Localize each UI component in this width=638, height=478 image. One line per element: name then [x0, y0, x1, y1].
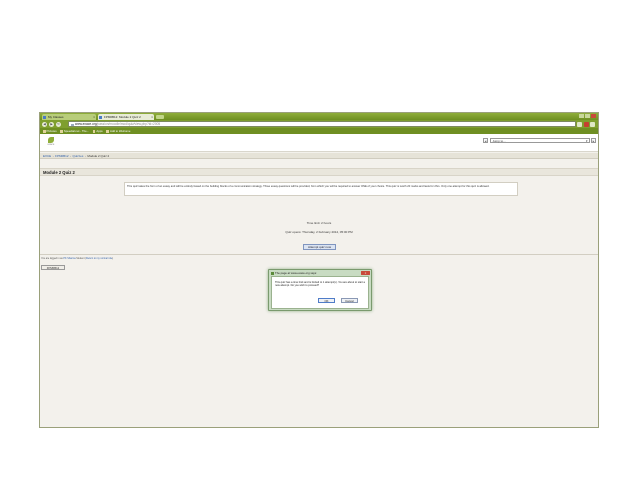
dialog-close-button[interactable]: × — [361, 271, 370, 275]
bookmark-label: Speedial.net - The... — [63, 129, 90, 133]
quiz-intro: This quiz takes the form of an essay and… — [124, 182, 518, 196]
logo-text: EXACE — [47, 144, 55, 146]
tab-label: My Classes — [48, 115, 64, 119]
footer-divider — [40, 254, 598, 255]
cancel-button[interactable]: Cancel — [341, 298, 358, 303]
tab-label: FPM0B12: Module 2 Quiz 2 — [104, 115, 141, 119]
breadcrumb: EXCE › FPM0B12 › Quizzes › Module 2 Quiz 2 — [40, 153, 598, 159]
jump-to-select[interactable]: Jump to... ▾ — [489, 138, 590, 143]
url-path: /passion/moodle/mod/quiz/view.php?id=200… — [96, 122, 161, 126]
breadcrumb-current: Module 2 Quiz 2 — [87, 154, 110, 158]
browser-window: My Classes × FPM0B12: Module 2 Quiz 2 × … — [39, 112, 599, 428]
user-link[interactable]: PK Sharma — [63, 257, 75, 260]
dialog-message: This quiz has a time limit and is limite… — [275, 281, 365, 288]
minimize-icon[interactable] — [579, 114, 584, 118]
bookmark-label: Apps — [96, 129, 103, 133]
chevron-down-icon: ▾ — [585, 139, 588, 143]
toolbar-icons — [577, 121, 595, 127]
forward-icon[interactable]: ▶ — [49, 121, 54, 127]
ok-button[interactable]: OK — [318, 298, 335, 303]
breadcrumb-link[interactable]: Quizzes — [73, 154, 84, 158]
previous-arrow-icon[interactable]: ◂ — [483, 138, 488, 143]
back-icon[interactable]: ◀ — [42, 121, 47, 127]
bookmark-label: Add to Welcome — [109, 129, 131, 133]
breadcrumb-separator: › — [84, 154, 86, 158]
login-prefix: You are logged in as — [41, 257, 63, 260]
breadcrumb-link[interactable]: EXCE — [43, 154, 51, 158]
breadcrumb-link[interactable]: FPM0B12 — [55, 154, 68, 158]
tab-strip: My Classes × FPM0B12: Module 2 Quiz 2 × — [40, 113, 598, 120]
browser-icon — [270, 271, 274, 275]
address-bar[interactable]: www.exace.org/passion/moodle/mod/quiz/vi… — [68, 121, 576, 127]
breadcrumb-separator: › — [52, 154, 54, 158]
page-icon — [106, 130, 109, 133]
favicon-icon — [99, 115, 102, 119]
page-content: EXACE ◂ Jump to... ▾ ▸ EXCE › FPM0B12 › Quiz… — [40, 134, 598, 427]
page-title-band: Module 2 Quiz 2 — [40, 168, 598, 176]
jump-to-label: Jump to... — [492, 139, 506, 143]
confirm-dialog: The page at www.exace.org says: × This q… — [268, 269, 372, 311]
jump-to-menu: ◂ Jump to... ▾ ▸ — [483, 138, 596, 143]
folder-icon — [43, 130, 46, 133]
wrench-icon[interactable] — [590, 121, 595, 127]
close-window-icon[interactable] — [591, 114, 596, 118]
dialog-title: The page at www.exace.org says: — [275, 271, 317, 275]
breadcrumb-separator: › — [70, 154, 72, 158]
page-title: Module 2 Quiz 2 — [43, 170, 75, 175]
apps-icon — [92, 130, 96, 133]
folder-icon — [60, 130, 63, 133]
return-role-link[interactable]: Return to my normal role — [86, 257, 112, 260]
window-controls — [579, 114, 596, 118]
dialog-body: This quiz has a time limit and is limite… — [271, 276, 369, 309]
time-limit: Time limit: 2 hours — [306, 221, 332, 225]
role-label: Student — [76, 257, 85, 260]
next-arrow-icon[interactable]: ▸ — [591, 138, 596, 143]
quiz-opens: Quiz opens: Thursday, 2 February 2012, 0… — [285, 230, 353, 234]
reload-icon[interactable]: ↻ — [56, 121, 61, 127]
page-icon — [70, 123, 74, 126]
course-button[interactable]: FPM0B12 — [41, 265, 65, 270]
extension-icon[interactable] — [583, 121, 589, 127]
bookmark-star-icon[interactable] — [577, 121, 582, 127]
bookmark-label: Pictures — [46, 129, 57, 133]
leaf-icon — [48, 137, 54, 143]
site-header: EXACE ◂ Jump to... ▾ ▸ — [40, 134, 598, 152]
maximize-icon[interactable] — [585, 114, 590, 118]
url-host: www.exace.org — [75, 122, 97, 126]
attempt-quiz-button[interactable]: Attempt quiz now — [303, 244, 336, 250]
favicon-icon — [43, 115, 46, 119]
site-logo[interactable]: EXACE — [43, 137, 59, 148]
new-tab-button[interactable] — [156, 115, 164, 119]
browser-toolbar: ◀ ▶ ↻ www.exace.org/passion/moodle/mod/q… — [40, 120, 598, 128]
login-info: You are logged in as PK Sharma Student (… — [41, 257, 114, 260]
